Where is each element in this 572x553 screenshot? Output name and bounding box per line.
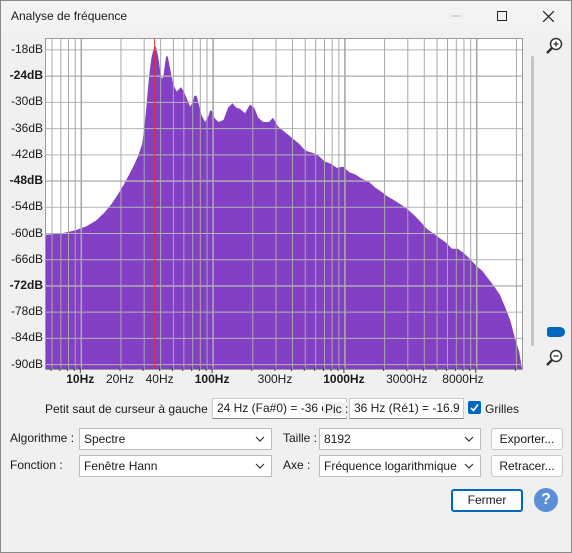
x-tick-label: 10Hz (66, 372, 95, 386)
x-tick-label: 8000Hz (442, 372, 484, 386)
x-tick-label: 1000Hz (323, 372, 365, 386)
axis-value: Fréquence logarithmique (324, 459, 457, 473)
grids-checkbox[interactable] (468, 401, 481, 414)
y-tick-label: -84dB (10, 330, 43, 345)
chevron-down-icon (464, 436, 474, 442)
size-label: Taille : (283, 431, 318, 445)
x-tick-label: 40Hz (145, 372, 174, 386)
axis-select[interactable]: Fréquence logarithmique (319, 455, 481, 477)
spectrum-svg (46, 39, 522, 369)
cursor-label: Petit saut de curseur à gauche : (45, 402, 215, 416)
x-tick-label: 3000Hz (386, 372, 428, 386)
zoom-slider-track[interactable] (531, 56, 534, 346)
y-tick-label: -78dB (10, 304, 43, 319)
y-tick-label: -48dB (9, 173, 43, 188)
x-tick-label: 20Hz (105, 372, 134, 386)
help-button[interactable]: ? (534, 488, 558, 512)
title-bar: Analyse de fréquence (1, 1, 571, 31)
peak-label: Pic : (323, 402, 349, 416)
peak-value-field[interactable]: 36 Hz (Ré1) = -16.9 dB (349, 398, 464, 419)
function-select[interactable]: Fenêtre Hann (79, 455, 272, 477)
size-value: 8192 (324, 432, 351, 446)
minimize-button[interactable] (433, 1, 479, 31)
close-icon (542, 10, 554, 22)
y-tick-label: -18dB (10, 41, 43, 56)
y-tick-label: -30dB (10, 94, 43, 109)
window-title: Analyse de fréquence (11, 9, 128, 23)
chevron-down-icon (464, 463, 474, 469)
axis-label: Axe : (283, 458, 311, 472)
y-tick-label: -72dB (9, 277, 43, 292)
close-button[interactable]: Fermer (451, 489, 523, 512)
y-tick-label: -42dB (10, 146, 43, 161)
frequency-analysis-window: Analyse de fréquence -18dB -24dB -30dB -36d… (0, 0, 572, 553)
spectrum-plot[interactable] (45, 38, 523, 370)
grids-label: Grilles (485, 402, 520, 416)
function-label: Fonction : (10, 458, 63, 472)
x-tick-label: 100Hz (194, 372, 230, 386)
maximize-icon (497, 11, 507, 21)
close-window-button[interactable] (525, 1, 571, 31)
y-tick-label: -36dB (10, 120, 43, 135)
zoom-out-icon[interactable] (545, 348, 565, 368)
zoom-slider-thumb[interactable] (547, 327, 565, 337)
minimize-icon (451, 15, 461, 17)
algorithm-label: Algorithme : (10, 431, 75, 445)
algorithm-select[interactable]: Spectre (79, 428, 272, 450)
y-tick-label: -90dB (10, 356, 43, 371)
maximize-button[interactable] (479, 1, 525, 31)
zoom-in-icon[interactable] (545, 36, 565, 56)
chevron-down-icon (255, 436, 265, 442)
x-tick-label: 300Hz (257, 372, 293, 386)
function-value: Fenêtre Hann (84, 459, 158, 473)
y-tick-label: -54dB (10, 199, 43, 214)
size-select[interactable]: 8192 (319, 428, 481, 450)
export-button[interactable]: Exporter... (491, 428, 563, 450)
algorithm-value: Spectre (84, 432, 126, 446)
y-tick-label: -24dB (9, 68, 43, 83)
y-tick-label: -60dB (10, 225, 43, 240)
checkmark-icon (470, 404, 479, 412)
replot-button[interactable]: Retracer... (491, 455, 563, 477)
chevron-down-icon (255, 463, 265, 469)
y-tick-label: -66dB (10, 251, 43, 266)
